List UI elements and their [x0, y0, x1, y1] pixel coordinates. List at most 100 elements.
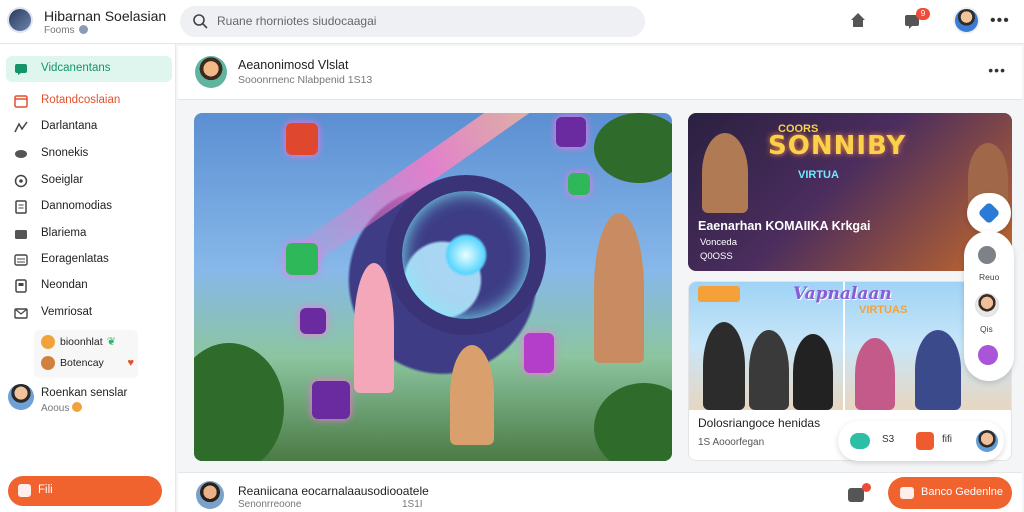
home-icon[interactable] — [848, 10, 868, 30]
top-bar: Hibarnan Soelasian Fooms Ruane rhorniote… — [0, 0, 1024, 44]
chat-count: S3 — [882, 434, 895, 445]
game-icon — [900, 487, 914, 499]
player-figure — [354, 263, 394, 393]
player-figure — [450, 345, 494, 445]
brand-title[interactable]: Hibarnan Soelasian — [44, 8, 166, 24]
post-header: Aeanonimosd Vlslat Sooonrnenc Nlabpenid … — [178, 46, 1022, 100]
sidebar-item-7[interactable]: Eoragenlatas — [6, 247, 172, 273]
post-author-avatar[interactable] — [195, 56, 227, 88]
post-meta-left: Senonrreoone — [238, 499, 302, 510]
post-more-icon[interactable]: ••• — [988, 62, 1006, 78]
card-banner-sub: VIRTUA — [798, 169, 839, 181]
card-title: Dolosriangoce henidas — [698, 416, 821, 430]
card-subtitle: Vonceda — [700, 237, 737, 248]
player-figure — [749, 330, 789, 410]
sidebar-item-label: Vidcanentans — [41, 62, 111, 74]
game-tile — [312, 381, 350, 419]
coin-icon — [41, 335, 55, 349]
compass-icon — [14, 174, 28, 188]
chat-icon — [15, 64, 27, 75]
primary-action-label: Banco Gedenlne — [921, 486, 1003, 498]
sidebar-item-0[interactable]: Vidcanentans — [6, 56, 172, 82]
sidebar-action-button[interactable]: Fili — [8, 476, 162, 506]
cookie-icon — [41, 356, 55, 370]
floating-avatar[interactable] — [975, 293, 999, 317]
leaf-icon: ❦ — [106, 336, 116, 348]
floating-gem-button[interactable] — [967, 193, 1011, 233]
post-title[interactable]: Reaniicana eocarnalaausodiooatele — [238, 484, 429, 498]
sidebar-user-name[interactable]: Roenkan senslar — [41, 387, 127, 399]
sidebar-item-1[interactable]: Rotandcoslaian — [6, 88, 172, 114]
card-meta: 1S Aooorfegan — [698, 437, 765, 448]
post-meta: Sooonrnenc Nlabpenid 1S13 — [238, 74, 373, 86]
heart-icon[interactable] — [978, 345, 998, 365]
primary-action-button[interactable]: Banco Gedenlne — [888, 477, 1012, 509]
card-title: Eaenarhan KOMAIIKA Krkgai — [698, 219, 871, 233]
calendar-icon — [14, 95, 28, 108]
chat-avatar[interactable] — [976, 430, 998, 452]
sidebar-action-label: Fili — [38, 484, 53, 496]
sidebar-item-6[interactable]: Blariema — [6, 221, 172, 247]
brand-avatar[interactable] — [7, 7, 33, 33]
promo-line-2: Botencay — [60, 357, 104, 369]
promo-line-1: bioonhlat — [60, 336, 103, 348]
sidebar-item-label: Darlantana — [41, 120, 98, 132]
mail-icon — [14, 308, 28, 319]
sidebar-item-2[interactable]: Darlantana — [6, 114, 172, 140]
game-tile — [556, 117, 586, 147]
sidebar-user-sub: Aoous — [41, 402, 83, 414]
wheel-glow — [444, 233, 488, 277]
sidebar-item-4[interactable]: Soeiglar — [6, 168, 172, 194]
message-icon[interactable] — [848, 488, 864, 502]
sidebar-item-label: Vemriosat — [41, 306, 93, 318]
post-author-avatar[interactable] — [196, 481, 224, 509]
post-title[interactable]: Aeanonimosd Vlslat — [238, 58, 348, 72]
coin-icon — [72, 402, 83, 412]
card-icon — [15, 230, 27, 239]
palm-tree — [594, 113, 672, 183]
game-tile — [286, 123, 318, 155]
brand-subtitle-text: Fooms — [44, 25, 75, 36]
sidebar-item-label: Dannomodias — [41, 200, 112, 212]
floating-label-1: Reuo — [979, 272, 1000, 282]
card-banner: Vapnalaan — [793, 284, 892, 304]
trend-icon — [14, 121, 28, 133]
video-icon[interactable] — [916, 432, 934, 450]
more-options-icon[interactable]: ••• — [990, 12, 1010, 30]
search-input[interactable]: Ruane rhorniotes siudocaagai — [217, 14, 376, 28]
palm-tree — [594, 383, 672, 461]
sidebar-item-8[interactable]: Neondan — [6, 273, 172, 299]
brand-subtitle: Fooms — [44, 25, 88, 36]
list-icon — [14, 254, 28, 266]
chat-bubble-icon[interactable] — [850, 433, 870, 449]
card-banner: SONNIBY — [768, 131, 907, 161]
hot-tag — [698, 286, 740, 302]
sidebar-item-5[interactable]: Dannomodias — [6, 194, 172, 220]
sidebar-user-avatar[interactable] — [8, 384, 34, 410]
player-figure — [855, 338, 895, 410]
controller-icon — [15, 150, 27, 158]
sidebar-item-3[interactable]: Snonekis — [6, 141, 172, 167]
bag-icon — [18, 484, 31, 497]
card-banner-sub: VIRTUAS — [859, 304, 908, 316]
post-main-image[interactable] — [194, 113, 672, 461]
heart-icon: ♥ — [127, 357, 134, 369]
notification-badge: 9 — [916, 8, 930, 20]
card-stats: Q0OSS — [700, 251, 733, 262]
sidebar-item-label: Eoragenlatas — [41, 253, 109, 265]
post-meta: Senonrreoone 1S1I — [238, 499, 423, 510]
sidebar-item-label: Neondan — [41, 279, 88, 291]
player-figure — [702, 133, 748, 213]
promo-box[interactable]: bioonhlat ❦ Botencay ♥ — [34, 330, 138, 378]
sidebar-item-label: Rotandcoslaian — [41, 94, 121, 106]
floating-label-2: Qis — [980, 324, 993, 334]
settings-icon[interactable] — [978, 246, 996, 264]
video-count: fifi — [942, 434, 952, 445]
search-bar[interactable]: Ruane rhorniotes siudocaagai — [180, 6, 645, 37]
sidebar-item-label: Snonekis — [41, 147, 89, 159]
featured-card-top[interactable]: COORS SONNIBY VIRTUA Eaenarhan KOMAIIKA … — [688, 113, 1012, 271]
game-tile — [286, 243, 318, 275]
sidebar-item-9[interactable]: Vemriosat — [6, 300, 172, 326]
player-figure — [793, 334, 833, 410]
user-avatar[interactable] — [953, 7, 980, 34]
